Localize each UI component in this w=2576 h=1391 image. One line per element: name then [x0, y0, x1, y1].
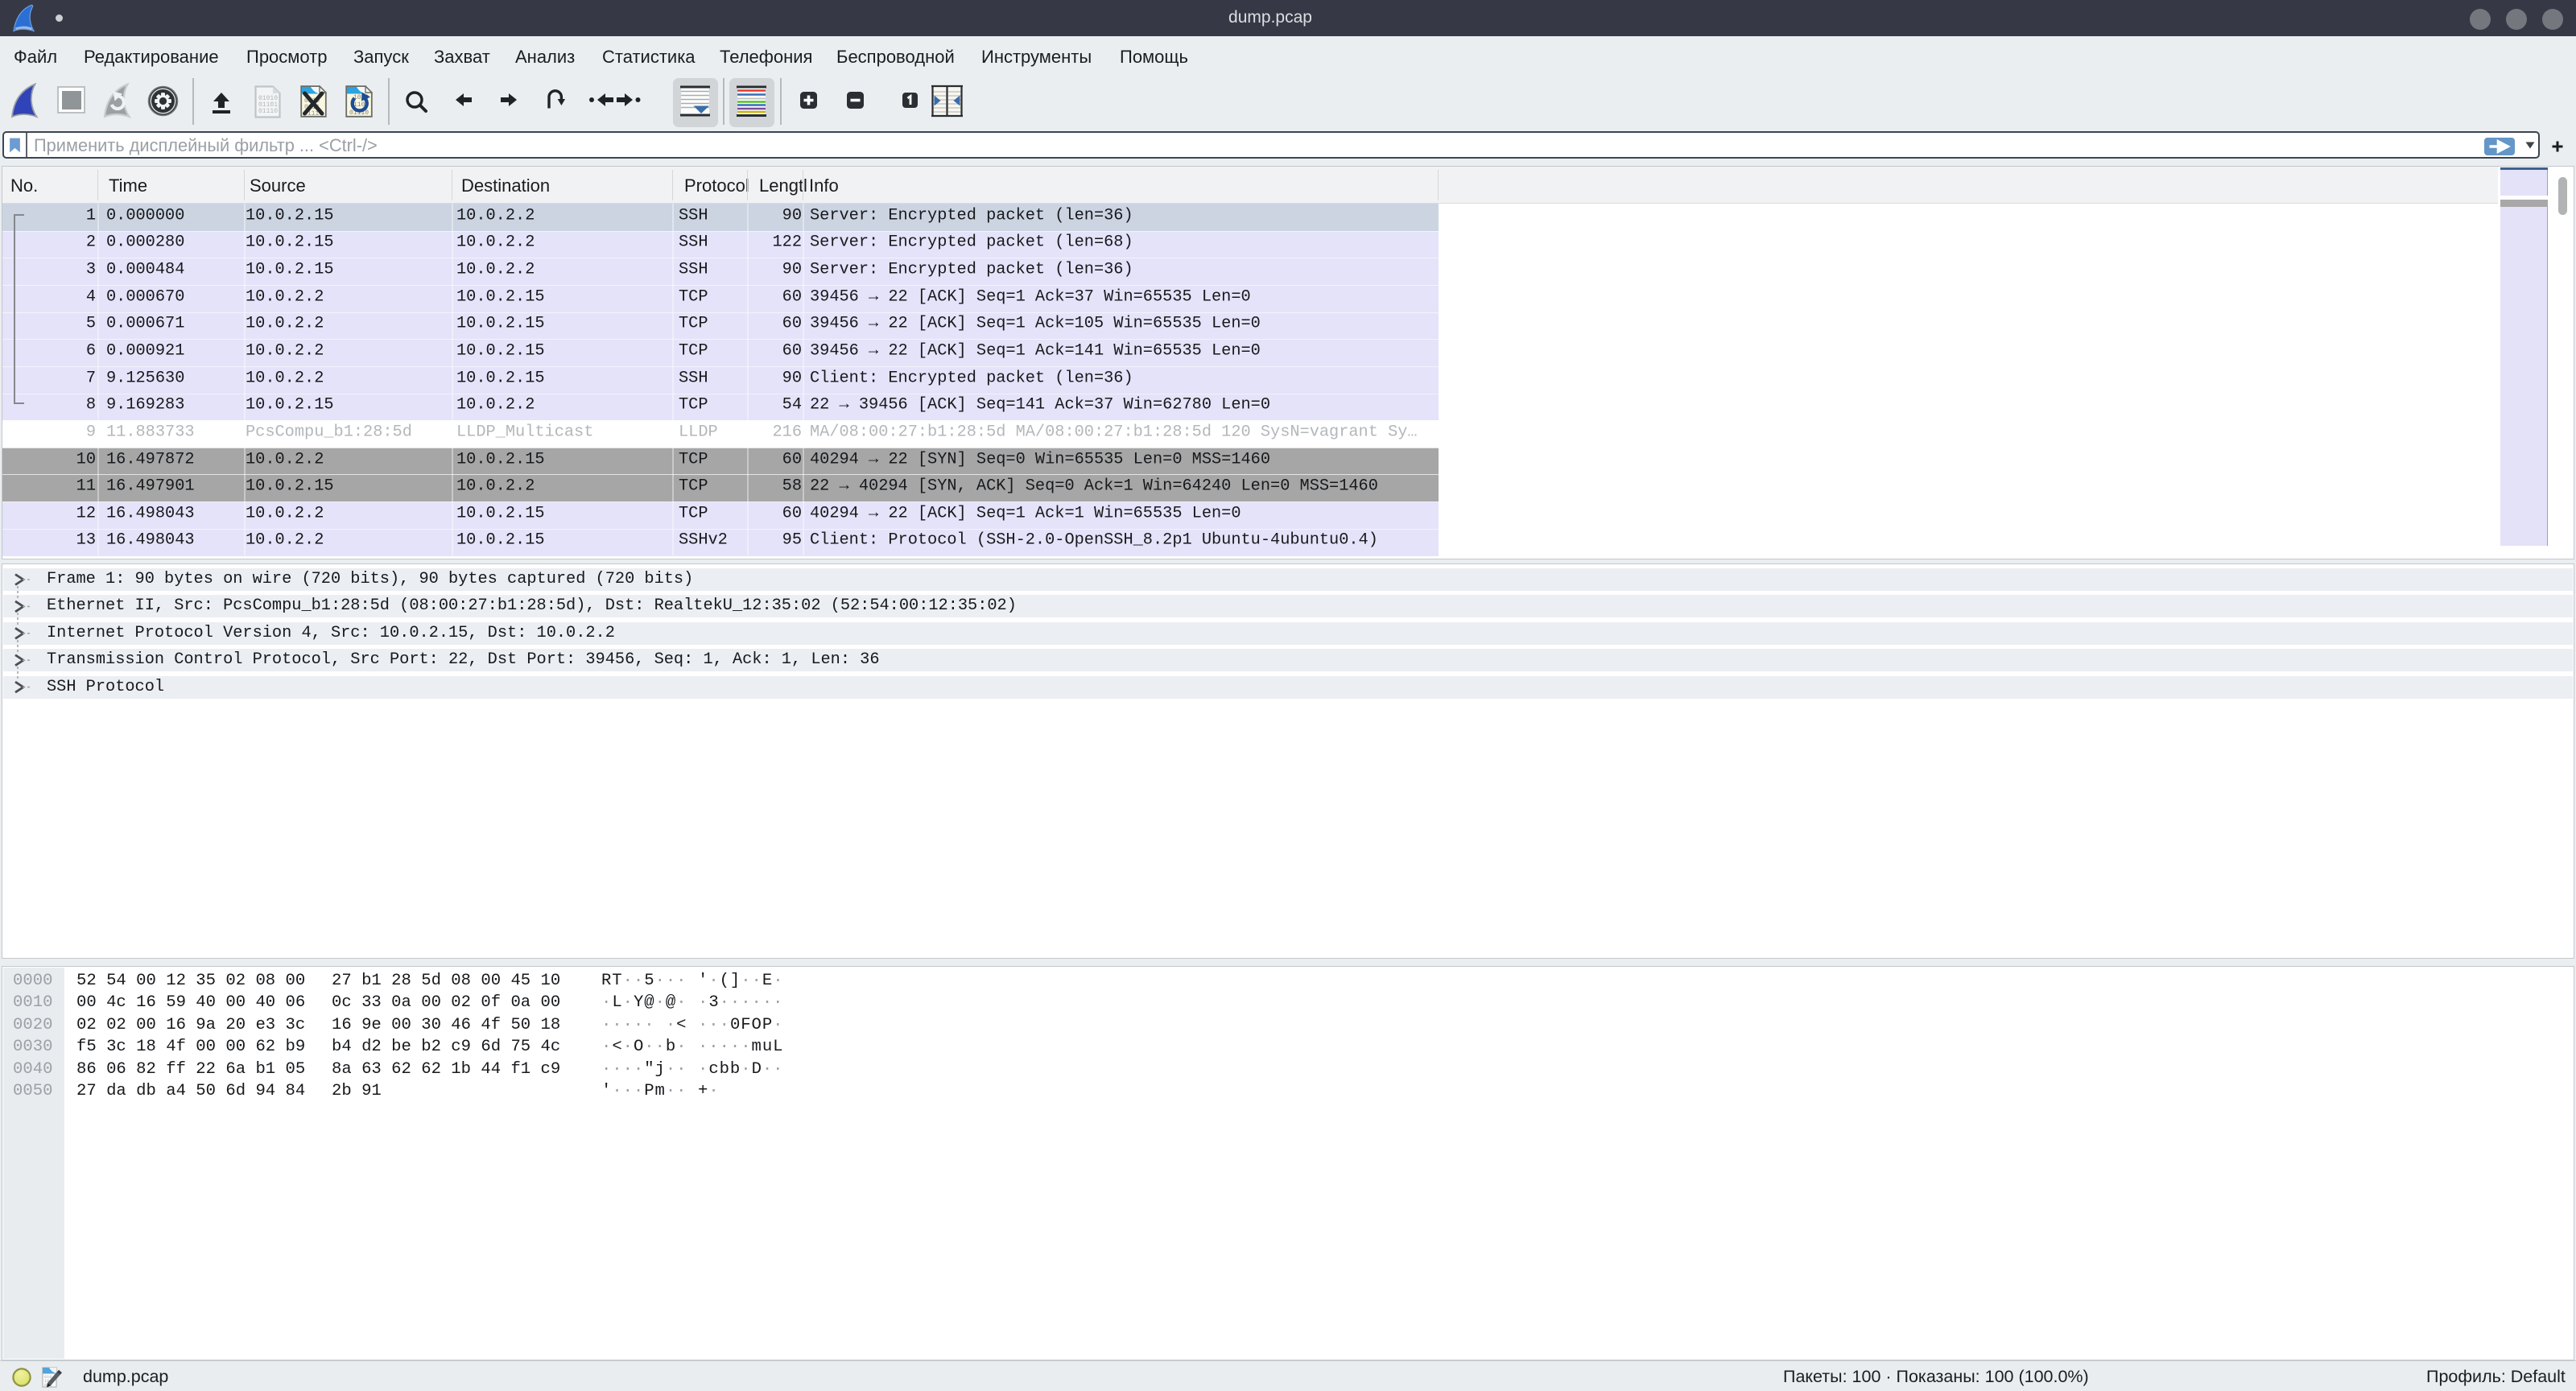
svg-text:01110: 01110: [258, 108, 278, 115]
